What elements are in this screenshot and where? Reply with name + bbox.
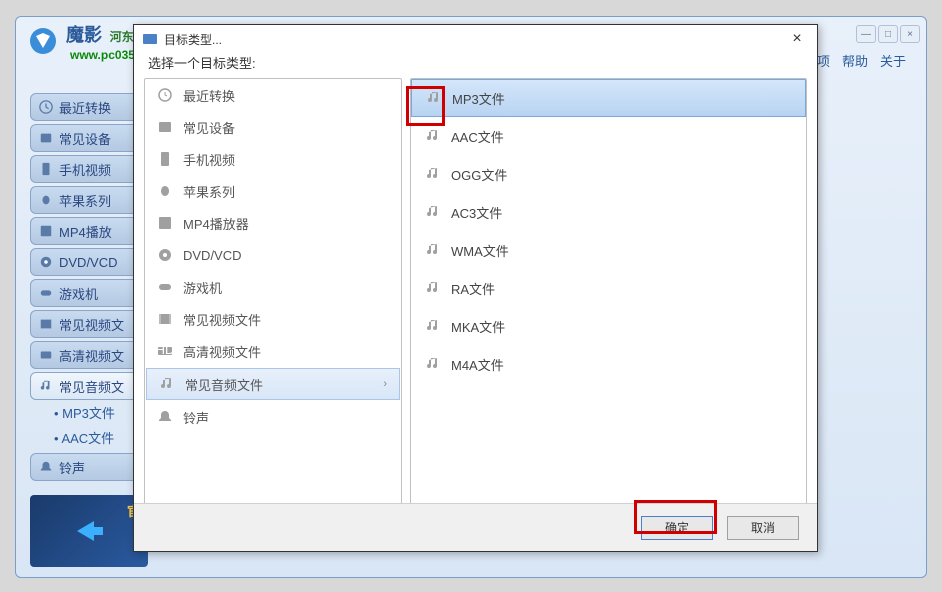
music-note-icon (159, 376, 175, 392)
close-button[interactable]: × (900, 25, 920, 43)
app-title: 魔影 (66, 25, 102, 45)
sidebar-sub-mp3[interactable]: • MP3文件 (30, 403, 150, 422)
music-note-icon (426, 90, 442, 106)
mp4-icon (157, 215, 173, 231)
hd-icon (39, 348, 53, 362)
format-mka[interactable]: MKA文件 (411, 307, 806, 345)
sidebar-item-hd[interactable]: 高清视频文 (30, 341, 150, 369)
sidebar-item-audio[interactable]: 常见音频文 (30, 372, 150, 400)
device-icon (157, 119, 173, 135)
music-note-icon (425, 166, 441, 182)
format-wma[interactable]: WMA文件 (411, 231, 806, 269)
sidebar-item-dvd[interactable]: DVD/VCD (30, 248, 150, 276)
format-mp3[interactable]: MP3文件 (411, 79, 806, 117)
category-mp4[interactable]: MP4播放器 (145, 207, 401, 239)
clock-icon (157, 87, 173, 103)
left-sidebar: 最近转换 常见设备 手机视频 苹果系列 MP4播放 DVD/VCD 游戏机 常见… (30, 93, 150, 484)
sidebar-item-mp4[interactable]: MP4播放 (30, 217, 150, 245)
target-type-dialog: 目标类型... × 选择一个目标类型: 最近转换 常见设备 手机视频 苹果系列 … (133, 24, 818, 552)
dialog-body: 最近转换 常见设备 手机视频 苹果系列 MP4播放器 DVD/VCD 游戏机 常… (134, 78, 817, 510)
dialog-close-button[interactable]: × (785, 27, 809, 51)
phone-icon (157, 151, 173, 167)
category-apple[interactable]: 苹果系列 (145, 175, 401, 207)
dialog-footer: 确定 取消 (134, 503, 817, 551)
music-note-icon (39, 379, 53, 393)
bell-icon (157, 409, 173, 425)
film-icon (157, 311, 173, 327)
menu-options[interactable]: 项 (817, 51, 830, 70)
format-list: MP3文件 AAC文件 OGG文件 AC3文件 WMA文件 RA文件 MKA文件… (410, 78, 807, 510)
clock-icon (39, 100, 53, 114)
dialog-icon (142, 31, 158, 47)
menu-help[interactable]: 帮助 (842, 51, 868, 70)
ok-button[interactable]: 确定 (641, 516, 713, 540)
music-note-icon (425, 242, 441, 258)
sidebar-item-mobile[interactable]: 手机视频 (30, 155, 150, 183)
disc-icon (39, 255, 53, 269)
format-ra[interactable]: RA文件 (411, 269, 806, 307)
sidebar-sub-aac[interactable]: • AAC文件 (30, 428, 150, 447)
category-mobile[interactable]: 手机视频 (145, 143, 401, 175)
gamepad-icon (157, 279, 173, 295)
hd-icon: HD (157, 343, 173, 359)
format-aac[interactable]: AAC文件 (411, 117, 806, 155)
category-recent[interactable]: 最近转换 (145, 79, 401, 111)
category-video[interactable]: 常见视频文件 (145, 303, 401, 335)
maximize-button[interactable]: □ (878, 25, 898, 43)
bell-icon (39, 460, 53, 474)
app-logo-icon (28, 26, 58, 56)
category-list: 最近转换 常见设备 手机视频 苹果系列 MP4播放器 DVD/VCD 游戏机 常… (144, 78, 402, 510)
sidebar-item-apple[interactable]: 苹果系列 (30, 186, 150, 214)
category-audio[interactable]: 常见音频文件› (146, 368, 400, 400)
category-dvd[interactable]: DVD/VCD (145, 239, 401, 271)
cancel-button[interactable]: 取消 (727, 516, 799, 540)
dialog-subtitle: 选择一个目标类型: (134, 53, 817, 78)
music-note-icon (425, 204, 441, 220)
format-ac3[interactable]: AC3文件 (411, 193, 806, 231)
svg-text:HD: HD (157, 343, 173, 357)
sidebar-item-ringtone[interactable]: 铃声 (30, 453, 150, 481)
main-menubar: 项 帮助 关于 (817, 51, 906, 70)
format-ogg[interactable]: OGG文件 (411, 155, 806, 193)
phone-icon (39, 162, 53, 176)
category-devices[interactable]: 常见设备 (145, 111, 401, 143)
device-icon (39, 131, 53, 145)
category-game[interactable]: 游戏机 (145, 271, 401, 303)
menu-about[interactable]: 关于 (880, 51, 906, 70)
category-hd[interactable]: HD高清视频文件 (145, 335, 401, 367)
sidebar-item-video[interactable]: 常见视频文 (30, 310, 150, 338)
apple-icon (39, 193, 53, 207)
window-controls: — □ × (856, 25, 920, 43)
category-ringtone[interactable]: 铃声 (145, 401, 401, 433)
sidebar-item-game[interactable]: 游戏机 (30, 279, 150, 307)
dialog-title: 目标类型... (164, 31, 785, 48)
music-note-icon (425, 128, 441, 144)
sidebar-item-recent[interactable]: 最近转换 (30, 93, 150, 121)
minimize-button[interactable]: — (856, 25, 876, 43)
promo-banner[interactable]: 官 (30, 495, 148, 567)
format-m4a[interactable]: M4A文件 (411, 345, 806, 383)
music-note-icon (425, 356, 441, 372)
dialog-titlebar: 目标类型... × (134, 25, 817, 53)
chevron-right-icon: › (383, 378, 387, 390)
music-note-icon (425, 280, 441, 296)
disc-icon (157, 247, 173, 263)
sidebar-item-devices[interactable]: 常见设备 (30, 124, 150, 152)
music-note-icon (425, 318, 441, 334)
film-icon (39, 317, 53, 331)
promo-arrow-icon (69, 511, 109, 551)
mp4-icon (39, 224, 53, 238)
apple-icon (157, 183, 173, 199)
gamepad-icon (39, 286, 53, 300)
